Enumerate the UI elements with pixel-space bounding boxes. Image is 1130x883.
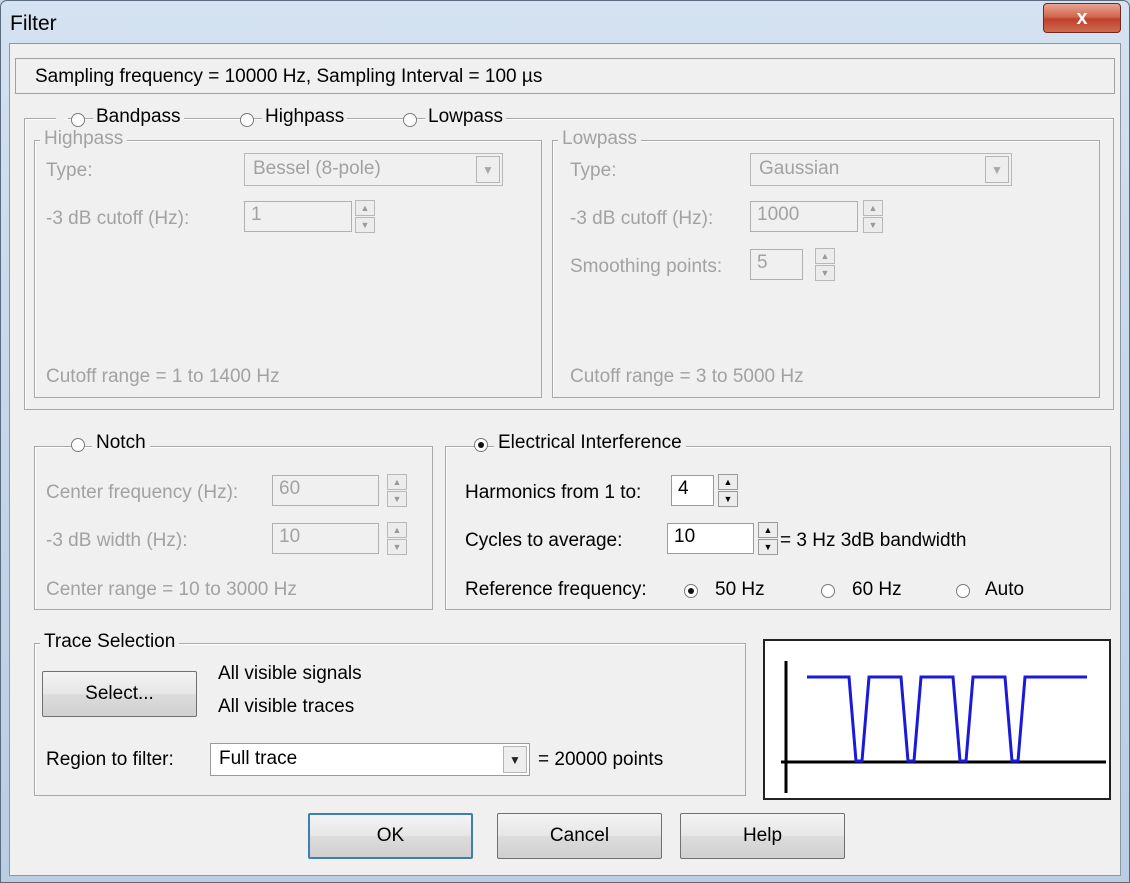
highpass-cutoff-label: -3 dB cutoff (Hz): <box>46 208 190 229</box>
spin-up-icon[interactable]: ▲ <box>815 248 835 264</box>
bandpass-radio[interactable] <box>71 113 85 127</box>
spin-down-icon[interactable]: ▼ <box>355 217 375 233</box>
notch-center-input[interactable]: 60 <box>272 475 379 506</box>
highpass-type-select[interactable]: Bessel (8-pole) ▼ <box>244 153 503 186</box>
spin-down-icon[interactable]: ▼ <box>718 491 738 507</box>
cycles-spin[interactable]: ▲ ▼ <box>758 522 778 555</box>
spin-down-icon[interactable]: ▼ <box>815 265 835 281</box>
sampling-info-text: Sampling frequency = 10000 Hz, Sampling … <box>35 66 543 87</box>
notch-width-spin[interactable]: ▲ ▼ <box>387 522 407 555</box>
highpass-type-label: Type: <box>46 160 93 181</box>
highpass-legend: Highpass <box>40 128 128 150</box>
close-button[interactable]: x <box>1043 3 1121 33</box>
bandpass-label[interactable]: Bandpass <box>93 106 184 128</box>
notch-waveform-icon <box>781 661 1106 793</box>
region-label: Region to filter: <box>46 749 174 770</box>
title-bar: Filter x <box>1 1 1129 43</box>
notch-width-label: -3 dB width (Hz): <box>46 530 188 551</box>
electrical-interference-legend[interactable]: Electrical Interference <box>494 432 686 454</box>
points-text: = 20000 points <box>538 749 664 770</box>
ok-button[interactable]: OK <box>308 813 473 859</box>
chevron-down-icon[interactable]: ▼ <box>476 156 500 183</box>
smoothing-points-spin[interactable]: ▲ ▼ <box>815 248 835 281</box>
traces-text: All visible traces <box>218 696 355 717</box>
spin-up-icon[interactable]: ▲ <box>718 474 738 490</box>
electrical-interference-radio[interactable] <box>474 438 488 452</box>
region-value: Full trace <box>219 748 298 769</box>
notch-center-label: Center frequency (Hz): <box>46 482 239 503</box>
highpass-radio[interactable] <box>240 113 254 127</box>
bandwidth-text: = 3 Hz 3dB bandwidth <box>780 530 967 551</box>
sampling-info-box: Sampling frequency = 10000 Hz, Sampling … <box>15 58 1115 94</box>
highpass-cutoff-input[interactable]: 1 <box>244 201 352 232</box>
help-button-label: Help <box>742 825 783 846</box>
ref-50hz-radio[interactable] <box>684 584 698 598</box>
spin-down-icon[interactable]: ▼ <box>387 491 407 507</box>
lowpass-cutoff-spin[interactable]: ▲ ▼ <box>863 200 883 233</box>
spin-up-icon[interactable]: ▲ <box>355 200 375 216</box>
cycles-label: Cycles to average: <box>465 530 623 551</box>
spin-up-icon[interactable]: ▲ <box>387 522 407 538</box>
reference-frequency-label: Reference frequency: <box>465 579 647 600</box>
ref-auto-radio[interactable] <box>956 584 970 598</box>
lowpass-cutoff-label: -3 dB cutoff (Hz): <box>570 208 714 229</box>
smoothing-points-input[interactable]: 5 <box>750 249 803 280</box>
window-title: Filter <box>10 12 57 35</box>
harmonics-input[interactable]: 4 <box>671 475 714 506</box>
lowpass-radio[interactable] <box>403 113 417 127</box>
notch-center-spin[interactable]: ▲ ▼ <box>387 474 407 507</box>
close-icon: x <box>1076 6 1088 29</box>
ref-60hz-label[interactable]: 60 Hz <box>852 579 902 601</box>
spin-up-icon[interactable]: ▲ <box>387 474 407 490</box>
harmonics-spin[interactable]: ▲ ▼ <box>718 474 738 507</box>
lowpass-type-label: Type: <box>570 160 617 181</box>
ref-60hz-radio[interactable] <box>821 584 835 598</box>
help-button[interactable]: Help <box>680 813 845 859</box>
cancel-button[interactable]: Cancel <box>497 813 662 859</box>
highpass-range-text: Cutoff range = 1 to 1400 Hz <box>46 366 280 387</box>
notch-width-input[interactable]: 10 <box>272 523 379 554</box>
highpass-type-value: Bessel (8-pole) <box>253 158 381 179</box>
region-select[interactable]: Full trace ▼ <box>210 743 530 776</box>
ok-button-label: OK <box>376 825 405 846</box>
smoothing-points-label: Smoothing points: <box>570 256 723 277</box>
spin-down-icon[interactable]: ▼ <box>387 539 407 555</box>
select-button-label: Select... <box>85 683 154 704</box>
notch-legend[interactable]: Notch <box>92 432 150 454</box>
lowpass-type-select[interactable]: Gaussian ▼ <box>750 153 1012 186</box>
highpass-mode-label[interactable]: Highpass <box>262 106 348 128</box>
cycles-input[interactable]: 10 <box>667 523 754 554</box>
lowpass-legend: Lowpass <box>558 128 641 150</box>
lowpass-type-value: Gaussian <box>759 158 840 179</box>
notch-range-text: Center range = 10 to 3000 Hz <box>46 579 297 600</box>
ref-50hz-label[interactable]: 50 Hz <box>715 579 765 601</box>
lowpass-range-text: Cutoff range = 3 to 5000 Hz <box>570 366 804 387</box>
notch-radio[interactable] <box>71 438 85 452</box>
select-traces-button[interactable]: Select... <box>42 671 197 717</box>
lowpass-mode-label[interactable]: Lowpass <box>425 106 506 128</box>
chevron-down-icon[interactable]: ▼ <box>503 746 527 773</box>
highpass-cutoff-spin[interactable]: ▲ ▼ <box>355 200 375 233</box>
filter-preview <box>763 639 1111 800</box>
spin-up-icon[interactable]: ▲ <box>758 522 778 538</box>
cancel-button-label: Cancel <box>549 825 610 846</box>
signals-text: All visible signals <box>218 663 362 684</box>
spin-up-icon[interactable]: ▲ <box>863 200 883 216</box>
lowpass-cutoff-input[interactable]: 1000 <box>750 201 858 232</box>
trace-selection-legend: Trace Selection <box>40 631 180 653</box>
ref-auto-label[interactable]: Auto <box>985 579 1024 601</box>
spin-down-icon[interactable]: ▼ <box>758 539 778 555</box>
chevron-down-icon[interactable]: ▼ <box>985 156 1009 183</box>
harmonics-label: Harmonics from 1 to: <box>465 482 642 503</box>
spin-down-icon[interactable]: ▼ <box>863 217 883 233</box>
